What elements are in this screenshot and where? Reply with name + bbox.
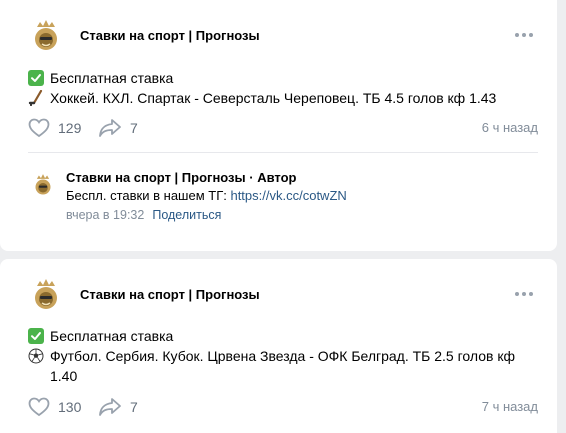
post-header: Ставки на спорт | Прогнозы <box>24 273 534 321</box>
more-options-icon[interactable] <box>514 287 534 301</box>
check-mark-icon <box>28 328 44 344</box>
group-name[interactable]: Ставки на спорт | Прогнозы <box>80 287 260 302</box>
post-text: Бесплатная ставка Хоккей. КХЛ. Спартак -… <box>28 68 538 108</box>
comment-avatar[interactable] <box>28 170 58 200</box>
post-header: Ставки на спорт | Прогнозы <box>24 14 534 62</box>
comment-author[interactable]: Ставки на спорт | Прогнозы · Автор <box>66 170 296 185</box>
hockey-stick-icon <box>28 90 44 106</box>
lion-logo-icon <box>24 273 68 317</box>
lion-logo-icon <box>28 170 58 200</box>
share-arrow-icon <box>99 398 121 416</box>
post-card: Ставки на спорт | Прогнозы Бесплатная ст… <box>0 0 557 251</box>
badge-text: Бесплатная ставка <box>50 328 174 344</box>
group-avatar[interactable] <box>24 14 68 58</box>
comment: Ставки на спорт | Прогнозы · Автор Беспл… <box>28 166 538 226</box>
comment-text: Беспл. ставки в нашем ТГ: https://vk.cc/… <box>66 188 347 203</box>
like-button[interactable]: 129 <box>28 116 81 140</box>
group-name[interactable]: Ставки на спорт | Прогнозы <box>80 28 260 43</box>
comment-share-button[interactable]: Поделиться <box>152 208 221 222</box>
group-avatar[interactable] <box>24 273 68 317</box>
post-text: Бесплатная ставка Футбол. Сербия. Кубок.… <box>28 326 538 386</box>
share-count: 7 <box>130 120 138 136</box>
share-arrow-icon <box>99 119 121 137</box>
share-count: 7 <box>130 399 138 415</box>
comment-author-name[interactable]: Ставки на спорт | Прогнозы <box>66 170 246 185</box>
post-actions: 130 7 7 ч назад <box>28 395 538 419</box>
lion-logo-icon <box>24 14 68 58</box>
like-count: 129 <box>58 120 82 136</box>
event-line: Футбол. Сербия. Кубок. Црвена Звезда - О… <box>28 346 538 386</box>
badge-line: Бесплатная ставка <box>28 68 538 88</box>
post-time[interactable]: 7 ч назад <box>482 399 538 414</box>
comment-link[interactable]: https://vk.cc/cotwZN <box>230 188 346 203</box>
comment-text-prefix: Беспл. ставки в нашем ТГ: <box>66 188 231 203</box>
news-feed: Ставки на спорт | Прогнозы Бесплатная ст… <box>0 0 566 433</box>
event-line: Хоккей. КХЛ. Спартак - Северсталь Черепо… <box>28 88 538 108</box>
event-text: Хоккей. КХЛ. Спартак - Северсталь Черепо… <box>50 90 497 106</box>
heart-icon <box>28 118 50 138</box>
event-text: Футбол. Сербия. Кубок. Црвена Звезда - О… <box>50 348 515 384</box>
soccer-ball-icon <box>28 348 44 364</box>
share-button[interactable]: 7 <box>98 116 138 140</box>
comment-time[interactable]: вчера в 19:32 <box>66 208 144 222</box>
badge-line: Бесплатная ставка <box>28 326 538 346</box>
check-mark-icon <box>28 70 44 86</box>
share-button[interactable]: 7 <box>98 395 138 419</box>
like-count: 130 <box>58 399 82 415</box>
post-time[interactable]: 6 ч назад <box>482 120 538 135</box>
post-card: Ставки на спорт | Прогнозы Бесплатная ст… <box>0 259 557 433</box>
badge-text: Бесплатная ставка <box>50 70 174 86</box>
more-options-icon[interactable] <box>514 28 534 42</box>
like-button[interactable]: 130 <box>28 395 81 419</box>
heart-icon <box>28 397 50 417</box>
divider <box>28 152 538 153</box>
author-role: · Автор <box>245 170 297 185</box>
post-actions: 129 7 6 ч назад <box>28 116 538 140</box>
comment-meta: вчера в 19:32 Поделиться <box>66 208 221 222</box>
